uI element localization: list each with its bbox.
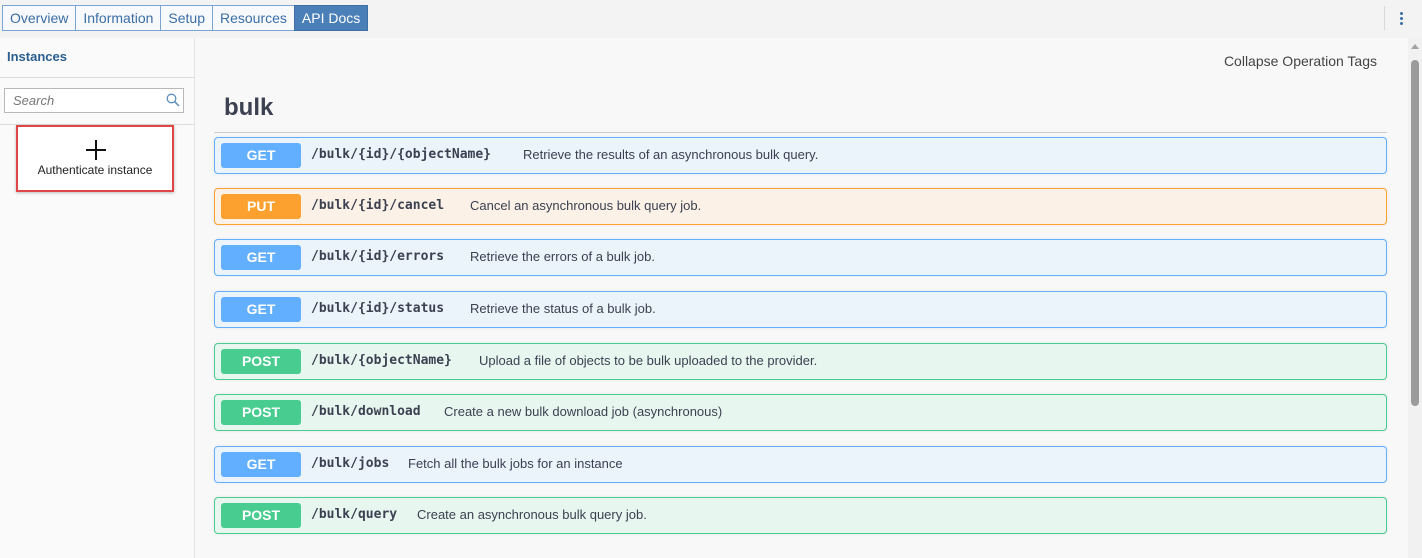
method-badge: POST <box>221 503 301 528</box>
operation-path: /bulk/query <box>311 507 398 522</box>
operation-row[interactable]: GET /bulk/{id}/status Retrieve the statu… <box>214 291 1387 328</box>
operation-path: /bulk/{id}/cancel <box>311 198 445 213</box>
method-badge: GET <box>221 452 301 477</box>
sidebar-divider <box>0 77 195 78</box>
operation-row[interactable]: GET /bulk/{id}/{objectName} Retrieve the… <box>214 137 1387 174</box>
search-icon[interactable] <box>166 93 180 107</box>
tab-information[interactable]: Information <box>75 5 162 31</box>
sidebar-title: Instances <box>7 49 67 64</box>
operation-description: Cancel an asynchronous bulk query job. <box>470 198 702 213</box>
operation-row[interactable]: POST /bulk/download Create a new bulk do… <box>214 394 1387 431</box>
collapse-operation-tags-link[interactable]: Collapse Operation Tags <box>1224 53 1377 69</box>
search-input[interactable] <box>5 89 165 112</box>
method-badge: PUT <box>221 194 301 219</box>
tab-setup[interactable]: Setup <box>160 5 213 31</box>
plus-icon <box>86 140 106 160</box>
operation-description: Retrieve the errors of a bulk job. <box>470 249 655 264</box>
operation-description: Retrieve the results of an asynchronous … <box>523 147 819 162</box>
operation-description: Create an asynchronous bulk query job. <box>417 507 647 522</box>
method-badge: GET <box>221 297 301 322</box>
method-badge: POST <box>221 400 301 425</box>
method-badge: POST <box>221 349 301 374</box>
operation-description: Create a new bulk download job (asynchro… <box>444 404 723 419</box>
tab-resources[interactable]: Resources <box>212 5 295 31</box>
method-badge: GET <box>221 245 301 270</box>
kebab-menu-icon[interactable] <box>1393 8 1409 28</box>
topbar-divider <box>1384 6 1385 30</box>
scroll-up-arrow-icon[interactable] <box>1411 44 1419 49</box>
operation-tag-title[interactable]: bulk <box>224 94 273 122</box>
scrollbar-thumb[interactable] <box>1411 60 1419 406</box>
operation-path: /bulk/{id}/status <box>311 301 445 316</box>
operation-path: /bulk/{id}/errors <box>311 249 445 264</box>
operation-path: /bulk/download <box>311 404 421 419</box>
instances-sidebar: Instances Authenticate instance <box>0 38 195 558</box>
operation-path: /bulk/{id}/{objectName} <box>311 147 492 162</box>
api-docs-panel: Collapse Operation Tags bulk GET /bulk/{… <box>196 38 1408 558</box>
tab-api-docs[interactable]: API Docs <box>293 5 369 31</box>
tab-overview[interactable]: Overview <box>2 5 77 31</box>
operation-path: /bulk/jobs <box>311 456 390 471</box>
operation-description: Retrieve the status of a bulk job. <box>470 301 656 316</box>
search-box <box>4 88 184 113</box>
operation-description: Fetch all the bulk jobs for an instance <box>408 456 623 471</box>
operation-row[interactable]: PUT /bulk/{id}/cancel Cancel an asynchro… <box>214 188 1387 225</box>
operation-description: Upload a file of objects to be bulk uplo… <box>479 353 818 368</box>
operation-row[interactable]: POST /bulk/query Create an asynchronous … <box>214 497 1387 534</box>
tab-list: Overview Information Setup Resources API… <box>2 5 369 31</box>
top-tab-bar: Overview Information Setup Resources API… <box>0 0 1422 38</box>
operation-path: /bulk/{objectName} <box>311 353 452 368</box>
authenticate-instance-button[interactable]: Authenticate instance <box>16 125 174 192</box>
operation-row[interactable]: GET /bulk/{id}/errors Retrieve the error… <box>214 239 1387 276</box>
tag-divider <box>214 132 1387 133</box>
method-badge: GET <box>221 143 301 168</box>
operation-row[interactable]: GET /bulk/jobs Fetch all the bulk jobs f… <box>214 446 1387 483</box>
authenticate-instance-label: Authenticate instance <box>37 163 153 177</box>
operation-row[interactable]: POST /bulk/{objectName} Upload a file of… <box>214 343 1387 380</box>
vertical-scrollbar[interactable] <box>1408 38 1422 558</box>
